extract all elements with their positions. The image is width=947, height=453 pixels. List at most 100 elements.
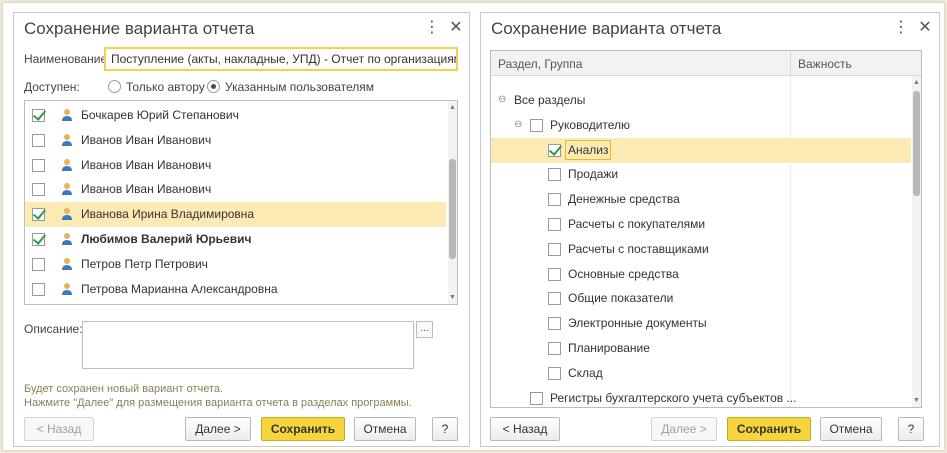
- user-row[interactable]: Бочкарев Юрий Степанович: [25, 103, 446, 128]
- section-label: Регистры бухгалтерского учета субъектов …: [550, 390, 797, 405]
- users-list-scrollbar[interactable]: ▲ ▼: [448, 101, 457, 304]
- user-checkbox[interactable]: [32, 257, 45, 271]
- user-icon: [61, 108, 73, 122]
- user-row[interactable]: Иванов Иван Иванович: [25, 177, 446, 202]
- section-row[interactable]: Регистры бухгалтерского учета субъектов …: [491, 386, 911, 407]
- section-row[interactable]: Продажи: [491, 162, 911, 187]
- user-row[interactable]: Петрова Марианна Александровна: [25, 277, 446, 302]
- section-row[interactable]: Денежные средства: [491, 187, 911, 212]
- user-name: Иванов Иван Иванович: [81, 182, 212, 197]
- collapse-icon[interactable]: ⊖: [514, 119, 522, 130]
- save-button[interactable]: Сохранить: [727, 417, 811, 441]
- section-row[interactable]: Планирование: [491, 336, 911, 361]
- access-label: Доступен:: [24, 80, 80, 94]
- section-checkbox[interactable]: [548, 292, 561, 306]
- back-button[interactable]: < Назад: [490, 417, 560, 441]
- user-checkbox[interactable]: [32, 158, 45, 172]
- section-checkbox[interactable]: [548, 267, 561, 281]
- user-icon: [61, 232, 73, 246]
- user-name: Петров Петр Петрович: [81, 256, 208, 271]
- section-checkbox[interactable]: [548, 193, 561, 207]
- user-name: Иванов Иван Иванович: [81, 132, 212, 147]
- user-icon: [61, 207, 73, 221]
- scroll-up-icon[interactable]: ▲: [912, 78, 921, 87]
- section-checkbox[interactable]: [548, 242, 561, 256]
- section-checkbox[interactable]: [548, 342, 561, 355]
- section-row[interactable]: Расчеты с поставщиками: [491, 237, 911, 262]
- name-input[interactable]: Поступление (акты, накладные, УПД) - Отч…: [104, 47, 458, 71]
- section-checkbox[interactable]: [548, 168, 561, 182]
- section-label: Все разделы: [514, 93, 586, 107]
- user-icon: [61, 257, 73, 271]
- collapse-icon[interactable]: ⊖: [498, 94, 506, 105]
- next-button[interactable]: Далее >: [651, 417, 717, 441]
- section-label: Руководителю: [550, 117, 631, 132]
- user-row[interactable]: Петров Петр Петрович: [25, 252, 446, 277]
- section-label: Расчеты с покупателями: [568, 217, 706, 231]
- close-icon[interactable]: ✕: [448, 19, 464, 37]
- scroll-thumb[interactable]: [449, 159, 456, 259]
- user-name: Бочкарев Юрий Степанович: [81, 108, 239, 122]
- column-section-group[interactable]: Раздел, Группа: [498, 57, 582, 71]
- radio-specified-users-label[interactable]: Указанным пользователям: [225, 80, 374, 94]
- section-label: Электронные документы: [568, 316, 707, 331]
- scroll-up-icon[interactable]: ▲: [448, 103, 457, 112]
- user-icon: [61, 158, 73, 172]
- user-row[interactable]: Иванов Иван Иванович: [25, 153, 446, 178]
- user-checkbox[interactable]: [32, 282, 45, 296]
- user-name: Любимов Валерий Юрьевич: [81, 232, 252, 246]
- scroll-down-icon[interactable]: ▼: [448, 293, 457, 302]
- section-row[interactable]: Анализ: [491, 137, 911, 163]
- user-row[interactable]: Иванова Ирина Владимировна: [25, 202, 446, 228]
- back-button[interactable]: < Назад: [24, 417, 94, 441]
- description-input[interactable]: [82, 321, 414, 369]
- description-select-button[interactable]: ...: [416, 321, 433, 338]
- scroll-down-icon[interactable]: ▼: [912, 396, 921, 405]
- more-vertical-icon[interactable]: ⋮: [424, 19, 440, 37]
- user-icon: [61, 182, 73, 196]
- section-checkbox[interactable]: [548, 317, 561, 331]
- radio-author-only-label[interactable]: Только автору: [126, 80, 205, 94]
- scroll-thumb[interactable]: [913, 91, 920, 196]
- user-name: Иванов Иван Иванович: [81, 157, 212, 172]
- section-label: Склад: [568, 365, 603, 380]
- help-button[interactable]: ?: [432, 417, 458, 441]
- section-row[interactable]: Основные средства: [491, 262, 911, 287]
- sections-grid[interactable]: Раздел, Группа Важность ⊖ Все разделы ⊖ Рук…: [490, 50, 922, 408]
- user-row[interactable]: Любимов Валерий Юрьевич: [25, 227, 446, 252]
- user-row[interactable]: Иванов Иван Иванович: [25, 128, 446, 153]
- users-list[interactable]: Бочкарев Юрий Степанович Иванов Иван Иван…: [24, 100, 458, 305]
- more-vertical-icon[interactable]: ⋮: [893, 19, 909, 37]
- section-row[interactable]: Электронные документы: [491, 311, 911, 336]
- user-name: Иванова Ирина Владимировна: [81, 207, 255, 222]
- section-row[interactable]: ⊖ Руководителю: [491, 113, 911, 138]
- section-checkbox[interactable]: [530, 391, 543, 405]
- user-checkbox[interactable]: [32, 133, 45, 147]
- save-button[interactable]: Сохранить: [261, 417, 345, 441]
- section-row[interactable]: Расчеты с покупателями: [491, 212, 911, 237]
- user-icon: [61, 133, 73, 147]
- column-importance[interactable]: Важность: [798, 57, 852, 71]
- user-checkbox[interactable]: [32, 109, 45, 122]
- save-variant-dialog-sections: Сохранение варианта отчета ⋮ ✕ Раздел, Г…: [480, 12, 940, 447]
- section-checkbox[interactable]: [548, 143, 561, 157]
- section-row[interactable]: Склад: [491, 361, 911, 386]
- section-checkbox[interactable]: [548, 218, 561, 231]
- next-button[interactable]: Далее >: [185, 417, 251, 441]
- section-checkbox[interactable]: [530, 118, 543, 132]
- radio-author-only[interactable]: [108, 80, 121, 93]
- radio-specified-users[interactable]: [207, 80, 220, 93]
- sections-grid-scrollbar[interactable]: ▲ ▼: [912, 76, 921, 407]
- section-label: Продажи: [568, 167, 619, 182]
- user-checkbox[interactable]: [32, 208, 45, 222]
- help-button[interactable]: ?: [898, 417, 924, 441]
- section-row[interactable]: Общие показатели: [491, 286, 911, 311]
- close-icon[interactable]: ✕: [917, 19, 933, 37]
- section-checkbox[interactable]: [548, 366, 561, 380]
- section-row[interactable]: ⊖ Все разделы: [491, 88, 911, 113]
- dialog-title: Сохранение варианта отчета: [491, 19, 722, 38]
- user-checkbox[interactable]: [32, 233, 45, 246]
- cancel-button[interactable]: Отмена: [820, 417, 882, 441]
- user-checkbox[interactable]: [32, 183, 45, 197]
- cancel-button[interactable]: Отмена: [354, 417, 416, 441]
